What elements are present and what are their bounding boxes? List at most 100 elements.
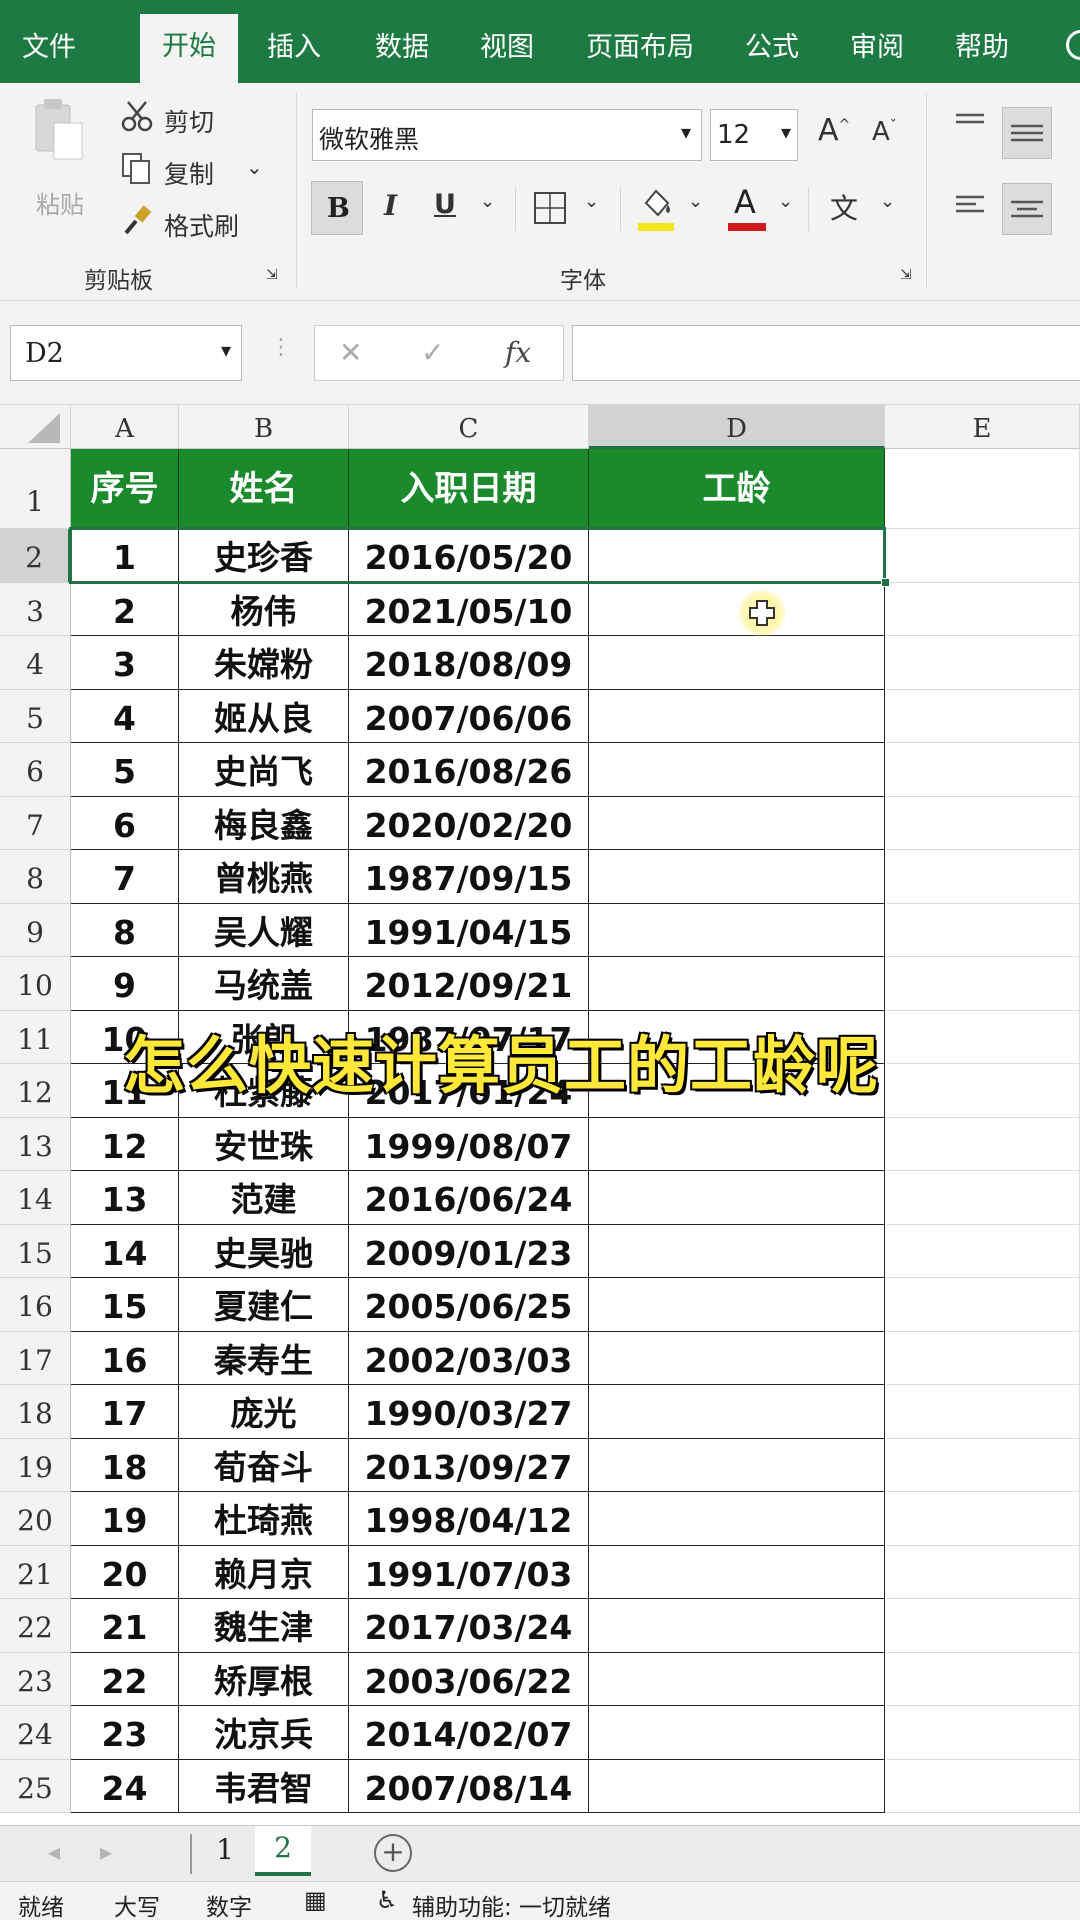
row-header[interactable]: 25 bbox=[0, 1759, 71, 1813]
table-cell[interactable]: 范建 bbox=[179, 1171, 349, 1225]
table-cell[interactable]: 魏生津 bbox=[179, 1599, 349, 1653]
table-header-cell[interactable]: 入职日期 bbox=[349, 449, 589, 529]
table-cell[interactable]: 8 bbox=[71, 903, 179, 957]
underline-dropdown-icon[interactable]: ⌄ bbox=[480, 191, 495, 212]
tab-2[interactable]: 插入 bbox=[250, 0, 338, 83]
row-header[interactable]: 14 bbox=[0, 1171, 71, 1225]
table-cell[interactable]: 4 bbox=[71, 689, 179, 743]
row-header[interactable]: 16 bbox=[0, 1278, 71, 1332]
table-cell[interactable] bbox=[589, 582, 885, 636]
empty-cell[interactable] bbox=[885, 1064, 1080, 1118]
empty-cell[interactable] bbox=[885, 1171, 1080, 1225]
scroll-left-icon[interactable]: ◂ bbox=[48, 1838, 60, 1866]
chevron-down-icon[interactable]: ▾ bbox=[781, 120, 791, 144]
table-cell[interactable]: 3 bbox=[71, 636, 179, 690]
worksheet-grid[interactable]: A B C D E 1 2 3 4 5 6 7 8 9 10 11 12 13 14 15 16 17 18 19 20 21 22… bbox=[0, 405, 1080, 1825]
table-cell[interactable]: 2005/06/25 bbox=[349, 1278, 589, 1332]
align-top-icon[interactable] bbox=[952, 107, 988, 141]
table-cell[interactable]: 23 bbox=[71, 1706, 179, 1760]
row-header[interactable]: 19 bbox=[0, 1438, 71, 1492]
table-cell[interactable]: 20 bbox=[71, 1545, 179, 1599]
table-cell[interactable]: 夏建仁 bbox=[179, 1278, 349, 1332]
row-header[interactable]: 11 bbox=[0, 1010, 71, 1064]
status-accessibility[interactable]: 辅助功能: 一切就绪 bbox=[412, 1888, 611, 1920]
chevron-down-icon[interactable]: ▾ bbox=[681, 120, 691, 144]
row-header[interactable]: 3 bbox=[0, 582, 71, 636]
table-cell[interactable]: 2020/02/20 bbox=[349, 796, 589, 850]
table-cell[interactable] bbox=[589, 1706, 885, 1760]
table-cell[interactable]: 2021/05/10 bbox=[349, 582, 589, 636]
row-header[interactable]: 13 bbox=[0, 1117, 71, 1171]
chevron-down-icon[interactable]: ▾ bbox=[221, 338, 231, 362]
table-cell[interactable]: 2 bbox=[71, 582, 179, 636]
row-header[interactable]: 17 bbox=[0, 1331, 71, 1385]
table-cell[interactable] bbox=[589, 850, 885, 904]
empty-cell[interactable] bbox=[885, 743, 1080, 797]
tab-5[interactable]: 页面布局 bbox=[565, 0, 715, 83]
table-cell[interactable]: 1999/08/07 bbox=[349, 1117, 589, 1171]
table-cell[interactable]: 15 bbox=[71, 1278, 179, 1332]
table-cell[interactable]: 17 bbox=[71, 1385, 179, 1439]
table-cell[interactable]: 2014/02/07 bbox=[349, 1706, 589, 1760]
row-header[interactable]: 6 bbox=[0, 743, 71, 797]
name-box[interactable]: D2 ▾ bbox=[10, 325, 242, 381]
table-cell[interactable] bbox=[589, 1278, 885, 1332]
row-header[interactable]: 9 bbox=[0, 903, 71, 957]
fill-handle[interactable] bbox=[881, 577, 890, 587]
font-name-select[interactable]: 微软雅黑 ▾ bbox=[312, 109, 702, 161]
table-cell[interactable]: 1990/03/27 bbox=[349, 1385, 589, 1439]
assistant-icon[interactable] bbox=[1066, 30, 1080, 60]
table-cell[interactable]: 2013/09/27 bbox=[349, 1438, 589, 1492]
column-header-E[interactable]: E bbox=[885, 405, 1080, 449]
empty-cell[interactable] bbox=[885, 1545, 1080, 1599]
table-cell[interactable]: 2018/08/09 bbox=[349, 636, 589, 690]
macro-record-icon[interactable]: ▦ bbox=[304, 1886, 327, 1914]
font-size-select[interactable]: 12 ▾ bbox=[710, 109, 798, 161]
font-color-dropdown-icon[interactable]: ⌄ bbox=[778, 191, 793, 212]
tab-8[interactable]: 帮助 bbox=[935, 0, 1029, 83]
table-cell[interactable]: 18 bbox=[71, 1438, 179, 1492]
formula-input[interactable] bbox=[572, 325, 1080, 381]
row-header[interactable]: 12 bbox=[0, 1064, 71, 1118]
table-cell[interactable]: 1987/09/15 bbox=[349, 850, 589, 904]
table-cell[interactable]: 21 bbox=[71, 1599, 179, 1653]
tab-6[interactable]: 公式 bbox=[725, 0, 819, 83]
underline-button[interactable]: U bbox=[434, 189, 456, 220]
align-left-icon[interactable] bbox=[952, 189, 988, 223]
table-cell[interactable] bbox=[589, 1385, 885, 1439]
table-cell[interactable]: 曾桃燕 bbox=[179, 850, 349, 904]
table-cell[interactable]: 1991/04/15 bbox=[349, 903, 589, 957]
row-header[interactable]: 18 bbox=[0, 1385, 71, 1439]
table-cell[interactable] bbox=[589, 1545, 885, 1599]
table-cell[interactable]: 2017/03/24 bbox=[349, 1599, 589, 1653]
empty-cell[interactable] bbox=[885, 1278, 1080, 1332]
table-cell[interactable] bbox=[589, 689, 885, 743]
table-cell[interactable]: 2007/08/14 bbox=[349, 1759, 589, 1813]
table-cell[interactable]: 朱嫦粉 bbox=[179, 636, 349, 690]
add-sheet-button[interactable]: + bbox=[374, 1834, 412, 1872]
column-header-A[interactable]: A bbox=[71, 405, 179, 449]
fill-color-icon[interactable] bbox=[636, 183, 676, 233]
table-cell[interactable]: 13 bbox=[71, 1171, 179, 1225]
table-cell[interactable]: 荀奋斗 bbox=[179, 1438, 349, 1492]
table-cell[interactable]: 沈京兵 bbox=[179, 1706, 349, 1760]
empty-cell[interactable] bbox=[885, 1331, 1080, 1385]
column-header-D[interactable]: D bbox=[589, 405, 885, 449]
table-cell[interactable]: 史昊驰 bbox=[179, 1224, 349, 1278]
table-cell[interactable]: 9 bbox=[71, 957, 179, 1011]
empty-cell[interactable] bbox=[885, 1599, 1080, 1653]
paste-button[interactable]: 粘贴 bbox=[28, 95, 88, 225]
format-painter-button[interactable]: 格式刷 bbox=[164, 207, 239, 243]
font-color-button[interactable]: A bbox=[728, 183, 768, 233]
table-cell[interactable] bbox=[589, 743, 885, 797]
grow-font-button[interactable]: A^ bbox=[818, 113, 850, 148]
table-cell[interactable] bbox=[589, 957, 885, 1011]
align-middle-button[interactable] bbox=[1002, 107, 1052, 159]
table-cell[interactable] bbox=[589, 1117, 885, 1171]
table-cell[interactable]: 2009/01/23 bbox=[349, 1224, 589, 1278]
table-cell[interactable]: 姬从良 bbox=[179, 689, 349, 743]
insert-function-icon[interactable]: fx bbox=[505, 336, 531, 369]
table-cell[interactable] bbox=[589, 636, 885, 690]
table-cell[interactable] bbox=[589, 1171, 885, 1225]
table-cell[interactable]: 2003/06/22 bbox=[349, 1652, 589, 1706]
